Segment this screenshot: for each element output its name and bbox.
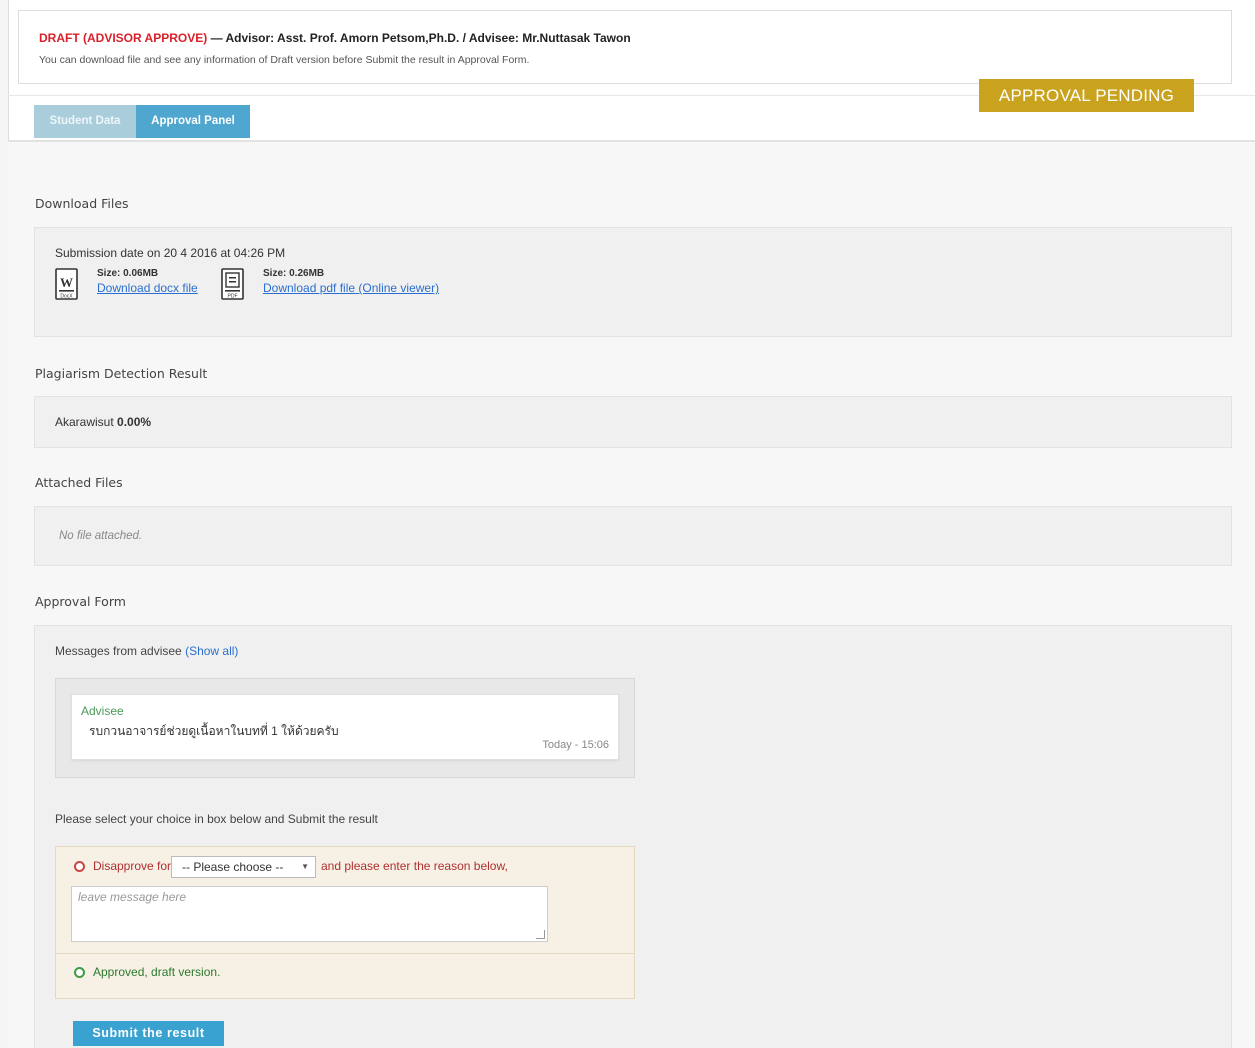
approve-option[interactable]: Approved, draft version. xyxy=(74,965,220,979)
status-badge: APPROVAL PENDING xyxy=(979,79,1194,112)
message-time: Today - 15:06 xyxy=(542,739,609,751)
plagiarism-result: Akarawisut 0.00% xyxy=(55,415,151,429)
messages-from-advisee: Messages from advisee xyxy=(55,644,182,658)
show-all-link[interactable]: (Show all) xyxy=(185,644,238,658)
message-text: รบกวนอาจารย์ช่วยดูเนื้อหาในบทที่ 1 ให้ด้… xyxy=(89,724,339,738)
submission-date: Submission date on 20 4 2016 at 04:26 PM xyxy=(55,246,286,260)
docx-size: Size: 0.06MB xyxy=(97,268,159,279)
reason-instruction: and please enter the reason below, xyxy=(321,859,508,873)
download-docx-link[interactable]: Download docx file xyxy=(97,281,198,295)
word-docx-icon: W DocX xyxy=(55,268,78,300)
pdf-file-icon: PDF xyxy=(221,268,244,300)
submit-result-button[interactable]: Submit the result xyxy=(73,1021,224,1046)
download-pdf-link: Download pdf file (Online viewer) xyxy=(263,281,439,295)
download-pdf-link-text[interactable]: Download pdf file xyxy=(263,281,355,295)
attached-files-panel: No file attached. xyxy=(34,506,1232,566)
reason-select-value: -- Please choose -- xyxy=(182,860,284,874)
plagiarism-source: Akarawisut xyxy=(55,415,114,429)
plagiarism-value: 0.00% xyxy=(117,415,152,429)
pdf-file-item: PDF Size: 0.26MB Download pdf file (Onli… xyxy=(221,266,521,302)
approval-form-panel: Messages from advisee (Show all) Advisee… xyxy=(34,625,1232,1048)
pdf-size: Size: 0.26MB xyxy=(263,268,325,279)
draft-status-label: DRAFT (ADVISOR APPROVE) xyxy=(39,31,208,45)
tab-approval-panel[interactable]: Approval Panel xyxy=(136,105,250,138)
no-file-text: No file attached. xyxy=(59,530,143,542)
docx-file-item: W DocX Size: 0.06MB Download docx file xyxy=(55,266,215,302)
plagiarism-panel: Akarawisut 0.00% xyxy=(34,396,1232,448)
choice-divider xyxy=(56,953,634,954)
messages-label: Messages from advisee (Show all) xyxy=(55,644,238,658)
svg-text:PDF: PDF xyxy=(228,294,238,300)
choose-instruction: Please select your choice in box below a… xyxy=(55,812,378,826)
message-card: Advisee รบกวนอาจารย์ช่วยดูเนื้อหาในบทที่… xyxy=(71,694,619,760)
disapprove-label: Disapprove for xyxy=(93,859,172,873)
attached-files-heading: Attached Files xyxy=(35,475,123,490)
approval-form-heading: Approval Form xyxy=(35,594,126,609)
choice-box: Disapprove for -- Please choose -- ▼ and… xyxy=(55,846,635,999)
online-viewer-link[interactable]: (Online viewer) xyxy=(358,281,439,295)
page-title: DRAFT (ADVISOR APPROVE) — Advisor: Asst.… xyxy=(39,31,631,45)
messages-box: Advisee รบกวนอาจารย์ช่วยดูเนื้อหาในบทที่… xyxy=(55,678,635,778)
reason-select[interactable]: -- Please choose -- ▼ xyxy=(171,856,316,878)
tab-student-data[interactable]: Student Data xyxy=(34,105,136,138)
chevron-down-icon: ▼ xyxy=(301,862,309,871)
svg-text:W: W xyxy=(60,275,73,290)
approve-radio[interactable] xyxy=(74,967,85,978)
disapprove-radio[interactable] xyxy=(74,861,85,872)
svg-text:DocX: DocX xyxy=(60,294,73,300)
plagiarism-heading: Plagiarism Detection Result xyxy=(35,366,208,381)
header-subtitle: You can download file and see any inform… xyxy=(39,54,530,66)
approve-label: Approved, draft version. xyxy=(93,965,221,979)
textarea-placeholder: leave message here xyxy=(78,890,187,904)
header-box: DRAFT (ADVISOR APPROVE) — Advisor: Asst.… xyxy=(18,10,1232,84)
message-author: Advisee xyxy=(81,704,124,718)
resize-handle-icon[interactable] xyxy=(536,930,545,939)
advisor-advisee-text: — Advisor: Asst. Prof. Amorn Petsom,Ph.D… xyxy=(210,31,631,45)
download-files-heading: Download Files xyxy=(35,196,129,211)
download-files-panel: Submission date on 20 4 2016 at 04:26 PM… xyxy=(34,227,1232,337)
disapprove-option[interactable]: Disapprove for xyxy=(74,859,171,873)
reason-textarea[interactable]: leave message here xyxy=(71,886,548,942)
